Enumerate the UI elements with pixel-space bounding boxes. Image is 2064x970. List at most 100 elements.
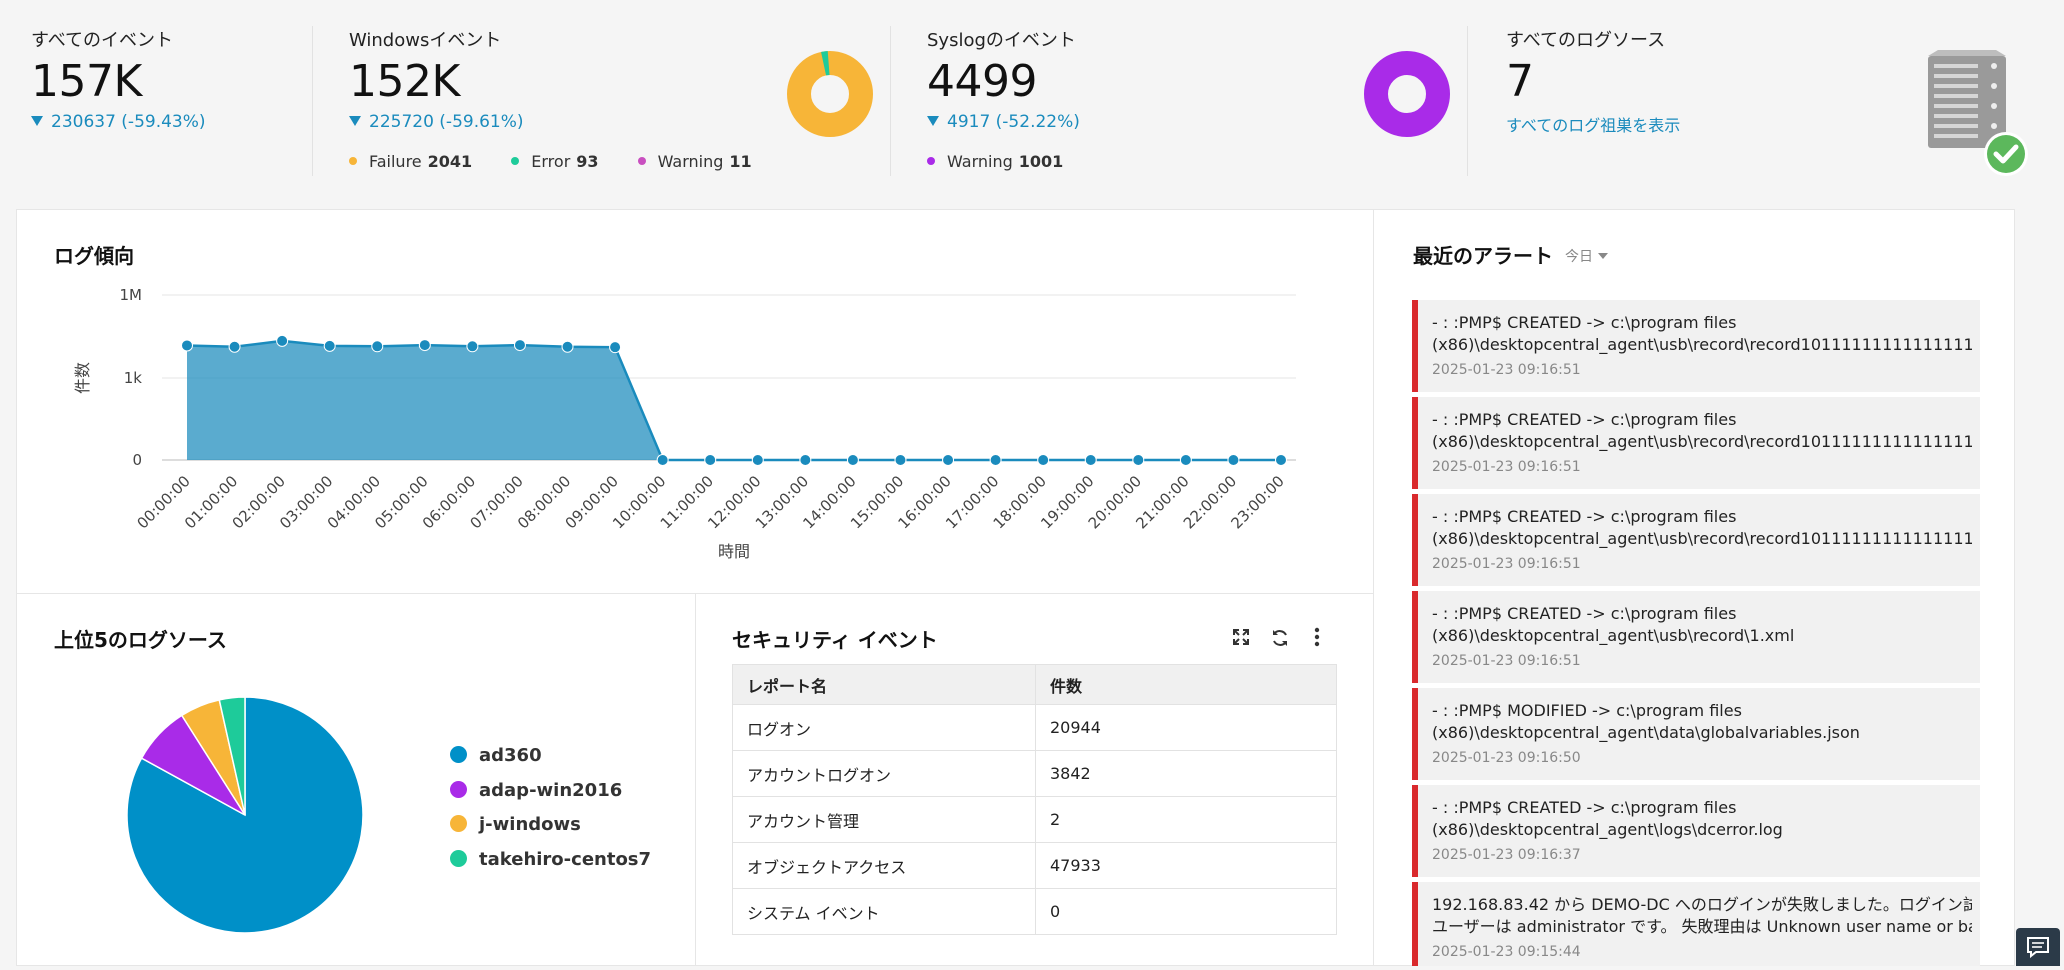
data-point[interactable] xyxy=(323,339,336,352)
report-name-cell[interactable]: ログオン xyxy=(732,704,1036,751)
data-point[interactable] xyxy=(1275,454,1287,466)
legend-dot xyxy=(349,157,357,165)
data-point[interactable] xyxy=(1227,454,1240,466)
data-point[interactable] xyxy=(656,454,669,466)
y-axis-label: 件数 xyxy=(73,362,92,394)
report-name-cell[interactable]: アカウント管理 xyxy=(732,796,1036,843)
alert-timestamp: 2025-01-23 09:16:51 xyxy=(1432,459,1581,475)
data-point[interactable] xyxy=(466,340,479,353)
stat-delta: 230637 (-59.43%) xyxy=(31,112,206,132)
panel-title: ログ傾向 xyxy=(54,244,134,268)
alert-timestamp: 2025-01-23 09:16:37 xyxy=(1432,847,1581,863)
panel-title: セキュリティ イベント xyxy=(732,628,938,652)
legend-dot xyxy=(511,157,520,165)
data-point[interactable] xyxy=(846,454,859,466)
count-cell: 3842 xyxy=(1035,750,1337,797)
data-point[interactable] xyxy=(1179,454,1192,466)
legend-dot xyxy=(637,157,646,165)
data-point[interactable] xyxy=(228,340,241,353)
data-point[interactable] xyxy=(704,454,717,466)
table-row[interactable]: アカウントログオン 3842 xyxy=(732,750,1337,797)
syslog-donut-chart[interactable] xyxy=(1363,50,1451,138)
summary-bar: すべてのイベント 157K 230637 (-59.43%) Windowsイベ… xyxy=(0,0,2064,205)
data-point[interactable] xyxy=(894,454,907,466)
column-header[interactable]: 件数 xyxy=(1035,664,1337,705)
stat-value: 7 xyxy=(1506,56,1534,107)
down-arrow-icon xyxy=(927,116,939,126)
table-row[interactable]: ログオン 20944 xyxy=(732,704,1337,751)
area-fill xyxy=(187,340,1281,460)
panel-title: 最近のアラート xyxy=(1413,244,1553,268)
data-point[interactable] xyxy=(1132,454,1145,466)
count-cell: 20944 xyxy=(1035,704,1337,751)
legend-dot xyxy=(450,815,467,832)
alert-timestamp: 2025-01-23 09:16:51 xyxy=(1432,653,1581,669)
table-row[interactable]: オブジェクトアクセス 47933 xyxy=(732,842,1337,889)
legend-item[interactable]: adap-win2016 xyxy=(450,780,651,815)
log-trend-chart[interactable]: 1M1k000:00:0001:00:0002:00:0003:00:0004:… xyxy=(16,270,1374,594)
legend-item[interactable]: ad360 xyxy=(450,745,651,780)
windows-legend: Failure 2041 Error 93 Warning 11 xyxy=(349,152,786,171)
data-point[interactable] xyxy=(371,340,384,353)
alert-item[interactable]: - : :PMP$ CREATED -> c:\program files (x… xyxy=(1412,494,1980,586)
stat-title: すべてのイベント xyxy=(31,30,174,51)
count-cell: 47933 xyxy=(1035,842,1337,889)
legend-warning[interactable]: Warning 1001 xyxy=(927,152,1063,171)
alert-item[interactable]: - : :PMP$ CREATED -> c:\program files (x… xyxy=(1412,591,1980,683)
stat-title: すべてのログソース xyxy=(1506,30,1666,51)
legend-warning[interactable]: Warning 11 xyxy=(637,152,752,171)
legend-item[interactable]: j-windows xyxy=(450,814,651,849)
report-name-cell[interactable]: アカウントログオン xyxy=(732,750,1036,797)
data-point[interactable] xyxy=(1084,454,1097,466)
data-point[interactable] xyxy=(561,340,574,353)
data-point[interactable] xyxy=(942,454,955,466)
data-point[interactable] xyxy=(799,454,812,466)
alert-item[interactable]: - : :PMP$ CREATED -> c:\program files (x… xyxy=(1412,397,1980,489)
table-row[interactable]: アカウント管理 2 xyxy=(732,796,1337,843)
alert-item[interactable]: 192.168.83.42 から DEMO-DC へのログインが失敗しました。ロ… xyxy=(1412,882,1980,966)
top-sources-pie-chart[interactable] xyxy=(110,680,380,950)
data-point[interactable] xyxy=(609,341,622,354)
column-header[interactable]: レポート名 xyxy=(732,664,1036,705)
alert-message: - : :PMP$ MODIFIED -> c:\program files (… xyxy=(1432,701,1860,742)
data-point[interactable] xyxy=(418,339,431,352)
legend-dot xyxy=(450,780,467,798)
data-point[interactable] xyxy=(989,454,1002,466)
stat-syslog-events[interactable]: Syslogのイベント 4499 4917 (-52.22%) Warning 1… xyxy=(927,0,1347,205)
stat-value: 152K xyxy=(349,56,460,107)
alert-timestamp: 2025-01-23 09:16:50 xyxy=(1432,750,1581,766)
legend-item[interactable]: takehiro-centos7 xyxy=(450,849,651,884)
view-all-log-sources-link[interactable]: すべてのログ祖巣を表示 xyxy=(1506,112,1680,136)
data-point[interactable] xyxy=(1037,454,1050,466)
syslog-legend: Warning 1001 xyxy=(927,152,1097,171)
stat-value: 157K xyxy=(31,56,142,107)
report-name-cell[interactable]: オブジェクトアクセス xyxy=(732,842,1036,889)
legend-error[interactable]: Error 93 xyxy=(511,152,599,171)
alert-timestamp: 2025-01-23 09:16:51 xyxy=(1432,556,1581,572)
data-point[interactable] xyxy=(513,339,526,352)
windows-donut-chart[interactable] xyxy=(786,50,874,138)
x-axis-label: 時間 xyxy=(718,542,750,561)
table-row[interactable]: システム イベント 0 xyxy=(732,888,1337,935)
table-header-row: レポート名 件数 xyxy=(732,664,1337,705)
refresh-icon[interactable] xyxy=(1270,628,1290,648)
stat-all-events[interactable]: すべてのイベント 157K 230637 (-59.43%) xyxy=(31,0,301,205)
divider xyxy=(890,26,891,176)
report-name-cell[interactable]: システム イベント xyxy=(732,888,1036,935)
security-events-table: レポート名 件数 ログオン 20944 アカウントログオン 3842 アカウント管理… xyxy=(732,664,1337,935)
divider xyxy=(1467,26,1468,176)
stat-delta: 4917 (-52.22%) xyxy=(927,112,1080,132)
expand-icon[interactable] xyxy=(1232,628,1250,646)
more-options-icon[interactable] xyxy=(1312,627,1322,647)
data-point[interactable] xyxy=(751,454,764,466)
chat-button[interactable] xyxy=(2016,928,2060,966)
alert-item[interactable]: - : :PMP$ MODIFIED -> c:\program files (… xyxy=(1412,688,1980,780)
legend-failure[interactable]: Failure 2041 xyxy=(349,152,472,171)
data-point[interactable] xyxy=(276,334,289,347)
data-point[interactable] xyxy=(181,339,193,352)
stat-all-log-sources[interactable]: すべてのログソース 7 xyxy=(1506,0,1806,205)
alert-item[interactable]: - : :PMP$ CREATED -> c:\program files (x… xyxy=(1412,785,1980,877)
alert-item[interactable]: - : :PMP$ CREATED -> c:\program files (x… xyxy=(1412,300,1980,392)
date-filter-dropdown[interactable]: 今日 xyxy=(1565,246,1608,266)
pie-legend: ad360 adap-win2016 j-windows takehiro-ce… xyxy=(450,745,651,883)
